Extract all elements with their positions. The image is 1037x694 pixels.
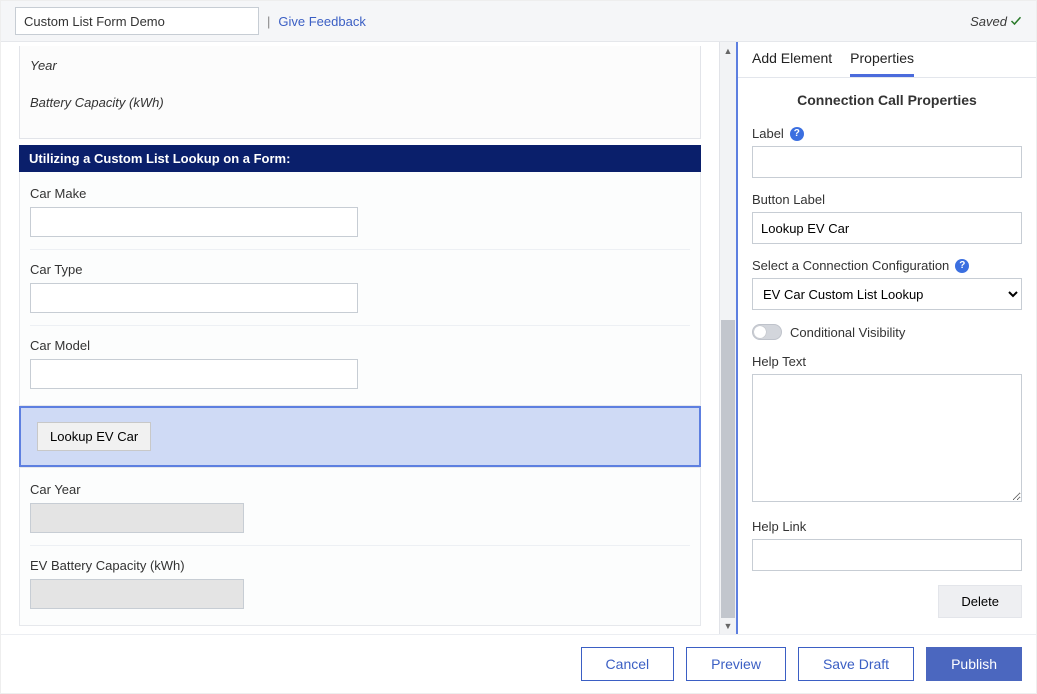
- divider-pipe: |: [267, 14, 270, 29]
- prop-label-label: Label ?: [752, 126, 1022, 141]
- ghost-field-battery: Battery Capacity (kWh): [20, 91, 700, 114]
- section-header[interactable]: Utilizing a Custom List Lookup on a Form…: [19, 145, 701, 172]
- input-car-model[interactable]: [30, 359, 358, 389]
- prop-config-text: Select a Connection Configuration: [752, 258, 949, 273]
- saved-status: Saved: [970, 14, 1022, 29]
- prop-config-group: Select a Connection Configuration ? EV C…: [752, 258, 1022, 310]
- form-block-main: Car Make Car Type Car Model: [19, 172, 701, 406]
- lookup-ev-car-button[interactable]: Lookup EV Car: [37, 422, 151, 451]
- properties-panel: Add Element Properties Connection Call P…: [736, 42, 1036, 634]
- prop-help-text-text: Help Text: [752, 354, 806, 369]
- input-car-year: [30, 503, 244, 533]
- prop-conditional-visibility: Conditional Visibility: [752, 324, 1022, 340]
- delete-row: Delete: [752, 585, 1022, 618]
- prop-button-label: Button Label: [752, 192, 1022, 207]
- preview-button[interactable]: Preview: [686, 647, 786, 681]
- prop-help-text-input[interactable]: [752, 374, 1022, 502]
- form-block-readonly: Car Year EV Battery Capacity (kWh): [19, 467, 701, 626]
- prop-label-group: Label ?: [752, 126, 1022, 178]
- ghost-field-year: Year: [20, 54, 700, 77]
- selected-connection-call[interactable]: Lookup EV Car: [19, 406, 701, 467]
- prop-help-link-label: Help Link: [752, 519, 1022, 534]
- main-split: Year Battery Capacity (kWh) Utilizing a …: [1, 42, 1036, 634]
- check-icon: [1010, 15, 1022, 27]
- ghost-field-block: Year Battery Capacity (kWh): [19, 46, 701, 139]
- prop-config-select[interactable]: EV Car Custom List Lookup: [752, 278, 1022, 310]
- prop-button-label-text: Button Label: [752, 192, 825, 207]
- form-title-input[interactable]: [15, 7, 259, 35]
- help-icon[interactable]: ?: [790, 127, 804, 141]
- label-car-year: Car Year: [30, 482, 690, 497]
- prop-config-label: Select a Connection Configuration ?: [752, 258, 1022, 273]
- prop-button-label-group: Button Label: [752, 192, 1022, 244]
- panel-body: Connection Call Properties Label ? Butto…: [738, 78, 1036, 634]
- scrollbar-thumb[interactable]: [721, 320, 735, 618]
- give-feedback-link[interactable]: Give Feedback: [278, 14, 365, 29]
- topbar: | Give Feedback Saved: [1, 1, 1036, 42]
- help-icon[interactable]: ?: [955, 259, 969, 273]
- prop-help-link-input[interactable]: [752, 539, 1022, 571]
- conditional-visibility-toggle[interactable]: [752, 324, 782, 340]
- footer: Cancel Preview Save Draft Publish: [1, 634, 1036, 693]
- label-car-make: Car Make: [30, 186, 690, 201]
- input-ev-battery: [30, 579, 244, 609]
- app-root: | Give Feedback Saved Year Battery Capac…: [0, 0, 1037, 694]
- label-car-type: Car Type: [30, 262, 690, 277]
- prop-help-link-group: Help Link: [752, 519, 1022, 571]
- field-car-type[interactable]: Car Type: [30, 249, 690, 313]
- field-car-make[interactable]: Car Make: [30, 186, 690, 237]
- form-canvas[interactable]: Year Battery Capacity (kWh) Utilizing a …: [1, 42, 719, 634]
- field-car-model[interactable]: Car Model: [30, 325, 690, 389]
- label-ev-battery: EV Battery Capacity (kWh): [30, 558, 690, 573]
- conditional-visibility-label: Conditional Visibility: [790, 325, 905, 340]
- tab-add-element[interactable]: Add Element: [752, 50, 832, 77]
- field-ev-battery[interactable]: EV Battery Capacity (kWh): [30, 545, 690, 609]
- tab-properties[interactable]: Properties: [850, 50, 914, 77]
- scroll-down-icon[interactable]: ▼: [720, 617, 736, 634]
- saved-label: Saved: [970, 14, 1007, 29]
- canvas-inner: Year Battery Capacity (kWh) Utilizing a …: [1, 42, 719, 626]
- prop-help-link-text: Help Link: [752, 519, 806, 534]
- input-car-make[interactable]: [30, 207, 358, 237]
- delete-button[interactable]: Delete: [938, 585, 1022, 618]
- prop-help-text-group: Help Text: [752, 354, 1022, 505]
- label-car-model: Car Model: [30, 338, 690, 353]
- scroll-up-icon[interactable]: ▲: [720, 42, 736, 59]
- prop-label-text: Label: [752, 126, 784, 141]
- panel-tabs: Add Element Properties: [738, 42, 1036, 78]
- cancel-button[interactable]: Cancel: [581, 647, 675, 681]
- prop-help-text-label: Help Text: [752, 354, 1022, 369]
- prop-button-label-input[interactable]: [752, 212, 1022, 244]
- field-car-year[interactable]: Car Year: [30, 482, 690, 533]
- canvas-wrap: Year Battery Capacity (kWh) Utilizing a …: [1, 42, 736, 634]
- save-draft-button[interactable]: Save Draft: [798, 647, 914, 681]
- input-car-type[interactable]: [30, 283, 358, 313]
- prop-label-input[interactable]: [752, 146, 1022, 178]
- canvas-scrollbar[interactable]: ▲ ▼: [719, 42, 736, 634]
- publish-button[interactable]: Publish: [926, 647, 1022, 681]
- panel-title: Connection Call Properties: [752, 92, 1022, 108]
